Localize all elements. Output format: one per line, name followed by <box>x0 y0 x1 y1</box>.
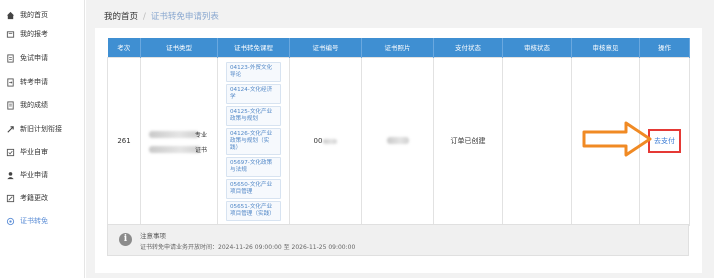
transfer-icon <box>6 77 15 87</box>
notice-box: i 注意事项 证书转免申请业务开放时间：2024-11-26 09:00:00 … <box>107 224 689 256</box>
sidebar-item-scores[interactable]: 我的成绩 <box>0 96 84 114</box>
sidebar-item-label: 转考申请 <box>20 78 48 86</box>
sidebar-item-exemption[interactable]: 免试申请 <box>0 49 84 67</box>
notice-text: 证书转免申请业务开放时间：2024-11-26 09:00:00 至 2026-… <box>140 244 356 251</box>
sidebar-item-home[interactable]: 我的首页 <box>0 6 84 24</box>
home-icon <box>6 11 15 20</box>
column-header-cert-type: 证书类型 <box>140 38 218 57</box>
pay-status-cell: 订单已创建 <box>433 56 503 226</box>
cert-number-cell: 00 <box>289 56 362 226</box>
annotation-arrow <box>582 121 652 157</box>
course-item: 05651-文化产业项目管理（实践） <box>226 200 281 221</box>
cert-type-text: 证书 <box>195 147 208 154</box>
cert-type-cell: 专业 证书 <box>140 56 218 226</box>
form-icon <box>6 53 15 63</box>
edit-icon <box>6 194 15 203</box>
redacted-text <box>149 146 201 153</box>
breadcrumb-home[interactable]: 我的首页 <box>104 12 138 22</box>
column-header-review-comment: 审核意见 <box>571 38 640 57</box>
redacted-text <box>323 138 338 144</box>
sidebar-item-label: 免试申请 <box>20 54 48 62</box>
review-status-cell <box>502 56 572 226</box>
notice-title: 注意事项 <box>140 232 166 240</box>
breadcrumb: 我的首页 / 证书转免申请列表 <box>104 10 219 22</box>
info-icon: i <box>119 233 132 246</box>
sidebar-item-plan-link[interactable]: 新旧计划衔接 <box>0 120 84 138</box>
column-header-pay-status: 支付状态 <box>433 38 503 57</box>
course-item: 05650-文化产业项目管理 <box>226 178 281 199</box>
column-header-cert-number: 证书编号 <box>289 38 362 57</box>
sidebar-item-record-change[interactable]: 考籍更改 <box>0 189 84 207</box>
course-item: 04126-文化产业政策与规划（实践） <box>226 127 281 155</box>
user-icon <box>6 171 15 180</box>
sidebar-item-label: 新旧计划衔接 <box>20 125 62 133</box>
sidebar-item-transfer[interactable]: 转考申请 <box>0 73 84 91</box>
cert-photo-cell <box>361 56 434 226</box>
sidebar-item-label: 毕业自审 <box>20 148 48 156</box>
sidebar-item-graduation[interactable]: 毕业申请 <box>0 166 84 184</box>
sidebar-item-label: 我的报考 <box>20 30 48 38</box>
sidebar-item-cert-exemption[interactable]: 证书转免 <box>0 212 84 230</box>
course-item: 04125-文化产业政策与规划 <box>226 105 281 126</box>
sidebar-item-label: 我的成绩 <box>20 101 48 109</box>
course-item: 05697-文化政策与法规 <box>226 156 281 177</box>
sidebar-item-label: 我的首页 <box>20 11 48 19</box>
link-icon <box>6 125 15 134</box>
breadcrumb-separator: / <box>143 12 146 22</box>
cert-type-text: 专业 <box>195 132 208 139</box>
column-header-exam-session: 考次 <box>107 38 141 57</box>
column-header-review-status: 审核状态 <box>502 38 572 57</box>
sidebar-item-label: 考籍更改 <box>20 194 48 202</box>
table-header-row: 考次 证书类型 证书转免课程 证书编号 证书照片 支付状态 审核状态 审核意见 … <box>107 38 690 57</box>
certificate-icon <box>6 217 15 226</box>
sidebar-item-my-registration[interactable]: 我的报考 <box>0 25 84 43</box>
exam-session-cell: 261 <box>107 56 141 226</box>
cert-number: 00 <box>313 137 323 145</box>
column-header-courses: 证书转免课程 <box>217 38 290 57</box>
redacted-text <box>149 131 199 138</box>
score-icon <box>6 100 15 110</box>
column-header-cert-photo: 证书照片 <box>361 38 434 57</box>
document-icon <box>6 30 15 39</box>
cert-photo-thumbnail[interactable] <box>386 136 409 144</box>
course-list: 04123-外贸文化导论 04124-文化经济学 04125-文化产业政策与规划… <box>218 58 289 225</box>
breadcrumb-current: 证书转免申请列表 <box>150 12 219 22</box>
sidebar-item-label: 证书转免 <box>20 217 48 225</box>
course-item: 04124-文化经济学 <box>226 83 281 104</box>
sidebar-item-self-audit[interactable]: 毕业自审 <box>0 143 84 161</box>
sidebar: 我的首页 我的报考 免试申请 转考申请 我的成绩 新旧计划衔接 毕业自审 毕业申… <box>0 0 85 278</box>
sidebar-item-label: 毕业申请 <box>20 171 48 179</box>
column-header-action: 操作 <box>639 38 690 57</box>
audit-icon <box>6 148 15 157</box>
course-item: 04123-外贸文化导论 <box>226 61 281 82</box>
courses-cell: 04123-外贸文化导论 04124-文化经济学 04125-文化产业政策与规划… <box>217 56 290 226</box>
